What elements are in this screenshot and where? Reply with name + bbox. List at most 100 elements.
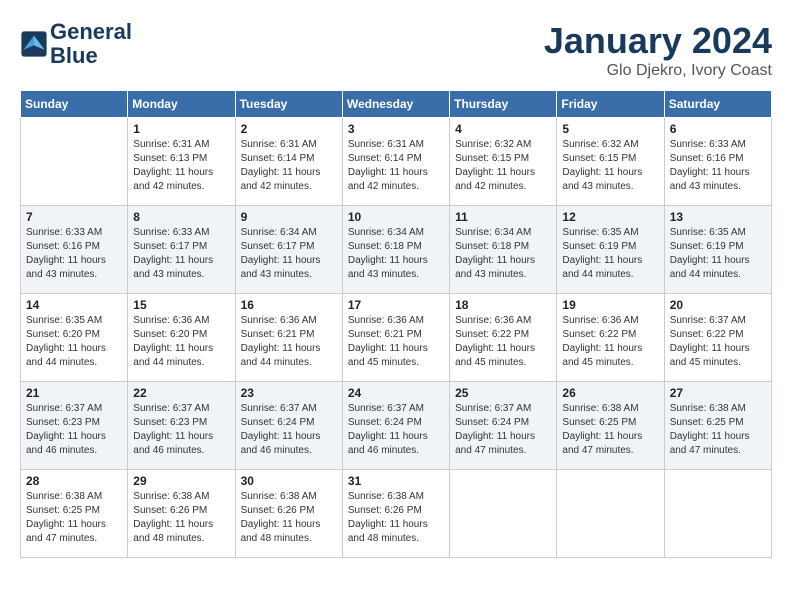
month-title: January 2024 [544,20,772,62]
day-info: Sunrise: 6:38 AM Sunset: 6:26 PM Dayligh… [133,490,229,546]
calendar-cell: 16Sunrise: 6:36 AM Sunset: 6:21 PM Dayli… [235,294,342,382]
calendar-cell: 27 Sunrise: 6:38 AM Sunset: 6:25 PM Dayli… [664,382,771,470]
calendar-cell: 24Sunrise: 6:37 AM Sunset: 6:24 PM Dayli… [342,382,449,470]
calendar-cell: 17 Sunrise: 6:36 AM Sunset: 6:21 PM Dayli… [342,294,449,382]
day-info: Sunrise: 6:34 AM Sunset: 6:17 PM Dayligh… [241,226,337,282]
calendar-week-4: 21Sunrise: 6:37 AM Sunset: 6:23 PM Dayli… [21,382,772,470]
day-number: 17 [348,298,444,312]
calendar-cell: 29 Sunrise: 6:38 AM Sunset: 6:26 PM Dayli… [128,470,235,558]
day-number: 3 [348,122,444,136]
calendar-cell: 13 Sunrise: 6:35 AM Sunset: 6:19 PM Dayli… [664,206,771,294]
day-number: 9 [241,210,337,224]
calendar-cell [21,118,128,206]
day-number: 4 [455,122,551,136]
calendar-cell: 15Sunrise: 6:36 AM Sunset: 6:20 PM Dayli… [128,294,235,382]
calendar-cell: 20Sunrise: 6:37 AM Sunset: 6:22 PM Dayli… [664,294,771,382]
day-info: Sunrise: 6:37 AM Sunset: 6:23 PM Dayligh… [133,402,229,458]
day-info: Sunrise: 6:37 AM Sunset: 6:22 PM Dayligh… [670,314,766,370]
day-number: 23 [241,386,337,400]
day-number: 27 [670,386,766,400]
calendar-cell: 12 Sunrise: 6:35 AM Sunset: 6:19 PM Dayli… [557,206,664,294]
day-number: 25 [455,386,551,400]
day-info: Sunrise: 6:31 AM Sunset: 6:14 PM Dayligh… [241,138,337,194]
day-number: 2 [241,122,337,136]
calendar-table: SundayMondayTuesdayWednesdayThursdayFrid… [20,90,772,558]
day-info: Sunrise: 6:37 AM Sunset: 6:24 PM Dayligh… [348,402,444,458]
title-block: January 2024 Glo Djekro, Ivory Coast [544,20,772,80]
day-info: Sunrise: 6:32 AM Sunset: 6:15 PM Dayligh… [562,138,658,194]
calendar-week-5: 28 Sunrise: 6:38 AM Sunset: 6:25 PM Dayli… [21,470,772,558]
day-header-wednesday: Wednesday [342,91,449,118]
day-header-saturday: Saturday [664,91,771,118]
calendar-cell [664,470,771,558]
calendar-cell: 22 Sunrise: 6:37 AM Sunset: 6:23 PM Dayli… [128,382,235,470]
day-info: Sunrise: 6:36 AM Sunset: 6:22 PM Dayligh… [562,314,658,370]
day-number: 10 [348,210,444,224]
day-info: Sunrise: 6:38 AM Sunset: 6:25 PM Dayligh… [562,402,658,458]
calendar-cell: 26 Sunrise: 6:38 AM Sunset: 6:25 PM Dayli… [557,382,664,470]
day-number: 30 [241,474,337,488]
day-number: 12 [562,210,658,224]
day-number: 28 [26,474,122,488]
day-number: 13 [670,210,766,224]
day-header-monday: Monday [128,91,235,118]
day-number: 31 [348,474,444,488]
day-info: Sunrise: 6:33 AM Sunset: 6:16 PM Dayligh… [26,226,122,282]
calendar-cell: 18 Sunrise: 6:36 AM Sunset: 6:22 PM Dayli… [450,294,557,382]
day-number: 19 [562,298,658,312]
logo-text: General Blue [50,20,132,68]
calendar-cell: 8Sunrise: 6:33 AM Sunset: 6:17 PM Daylig… [128,206,235,294]
day-info: Sunrise: 6:36 AM Sunset: 6:20 PM Dayligh… [133,314,229,370]
calendar-cell: 11 Sunrise: 6:34 AM Sunset: 6:18 PM Dayli… [450,206,557,294]
day-number: 11 [455,210,551,224]
page-header: General Blue January 2024 Glo Djekro, Iv… [20,20,772,80]
calendar-cell: 2 Sunrise: 6:31 AM Sunset: 6:14 PM Daylig… [235,118,342,206]
calendar-header: SundayMondayTuesdayWednesdayThursdayFrid… [21,91,772,118]
calendar-cell: 21Sunrise: 6:37 AM Sunset: 6:23 PM Dayli… [21,382,128,470]
calendar-cell: 31 Sunrise: 6:38 AM Sunset: 6:26 PM Dayli… [342,470,449,558]
day-info: Sunrise: 6:35 AM Sunset: 6:19 PM Dayligh… [562,226,658,282]
day-number: 29 [133,474,229,488]
day-info: Sunrise: 6:37 AM Sunset: 6:24 PM Dayligh… [241,402,337,458]
day-info: Sunrise: 6:36 AM Sunset: 6:21 PM Dayligh… [348,314,444,370]
location-subtitle: Glo Djekro, Ivory Coast [544,62,772,80]
calendar-cell: 9 Sunrise: 6:34 AM Sunset: 6:17 PM Daylig… [235,206,342,294]
day-info: Sunrise: 6:36 AM Sunset: 6:22 PM Dayligh… [455,314,551,370]
logo: General Blue [20,20,132,68]
calendar-cell: 30 Sunrise: 6:38 AM Sunset: 6:26 PM Dayli… [235,470,342,558]
calendar-cell: 10 Sunrise: 6:34 AM Sunset: 6:18 PM Dayli… [342,206,449,294]
day-number: 6 [670,122,766,136]
day-header-tuesday: Tuesday [235,91,342,118]
day-info: Sunrise: 6:34 AM Sunset: 6:18 PM Dayligh… [348,226,444,282]
logo-icon [20,30,48,58]
day-number: 5 [562,122,658,136]
day-number: 26 [562,386,658,400]
calendar-cell: 7 Sunrise: 6:33 AM Sunset: 6:16 PM Daylig… [21,206,128,294]
day-info: Sunrise: 6:38 AM Sunset: 6:26 PM Dayligh… [241,490,337,546]
day-info: Sunrise: 6:34 AM Sunset: 6:18 PM Dayligh… [455,226,551,282]
day-header-sunday: Sunday [21,91,128,118]
day-info: Sunrise: 6:35 AM Sunset: 6:19 PM Dayligh… [670,226,766,282]
calendar-cell [450,470,557,558]
day-info: Sunrise: 6:33 AM Sunset: 6:16 PM Dayligh… [670,138,766,194]
day-info: Sunrise: 6:32 AM Sunset: 6:15 PM Dayligh… [455,138,551,194]
day-header-friday: Friday [557,91,664,118]
calendar-cell: 6 Sunrise: 6:33 AM Sunset: 6:16 PM Daylig… [664,118,771,206]
calendar-cell: 14Sunrise: 6:35 AM Sunset: 6:20 PM Dayli… [21,294,128,382]
day-info: Sunrise: 6:38 AM Sunset: 6:25 PM Dayligh… [26,490,122,546]
day-number: 22 [133,386,229,400]
day-info: Sunrise: 6:38 AM Sunset: 6:26 PM Dayligh… [348,490,444,546]
calendar-cell: 5 Sunrise: 6:32 AM Sunset: 6:15 PM Daylig… [557,118,664,206]
day-number: 14 [26,298,122,312]
calendar-cell [557,470,664,558]
day-info: Sunrise: 6:37 AM Sunset: 6:23 PM Dayligh… [26,402,122,458]
day-info: Sunrise: 6:31 AM Sunset: 6:14 PM Dayligh… [348,138,444,194]
day-info: Sunrise: 6:37 AM Sunset: 6:24 PM Dayligh… [455,402,551,458]
day-info: Sunrise: 6:31 AM Sunset: 6:13 PM Dayligh… [133,138,229,194]
calendar-cell: 1Sunrise: 6:31 AM Sunset: 6:13 PM Daylig… [128,118,235,206]
day-number: 18 [455,298,551,312]
day-info: Sunrise: 6:38 AM Sunset: 6:25 PM Dayligh… [670,402,766,458]
calendar-week-3: 14Sunrise: 6:35 AM Sunset: 6:20 PM Dayli… [21,294,772,382]
day-number: 7 [26,210,122,224]
calendar-week-2: 7 Sunrise: 6:33 AM Sunset: 6:16 PM Daylig… [21,206,772,294]
